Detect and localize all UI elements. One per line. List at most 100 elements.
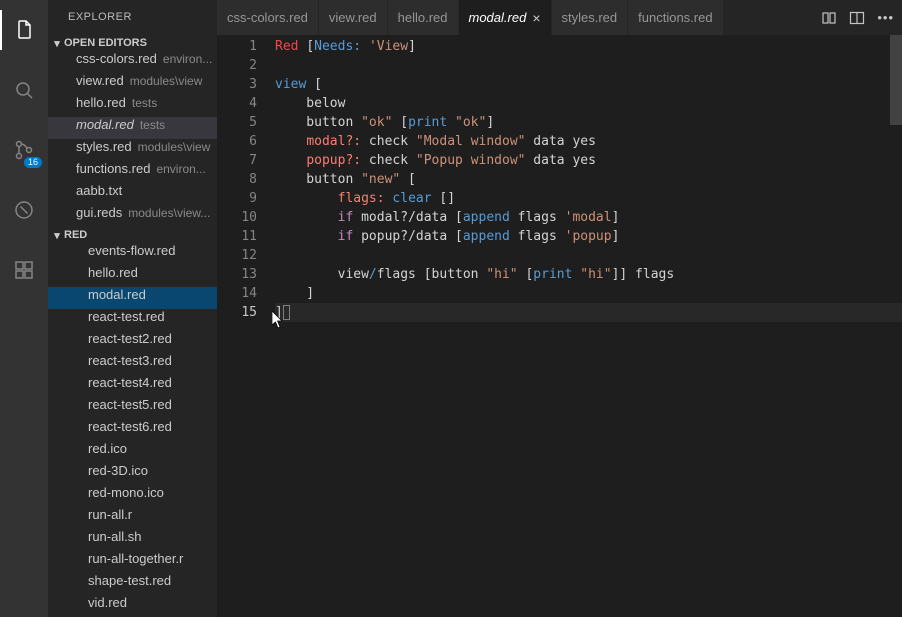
file-name: react-test2.red — [88, 331, 172, 346]
more-icon[interactable]: ••• — [877, 10, 894, 25]
open-editor-item[interactable]: styles.redmodules\view — [48, 139, 217, 161]
file-path: modules\view — [138, 140, 211, 154]
close-icon[interactable]: × — [532, 11, 540, 25]
file-name: red-3D.ico — [88, 463, 148, 478]
code-line[interactable]: below — [275, 94, 902, 113]
explorer-file-item[interactable]: run-all.sh — [48, 529, 217, 551]
code-line[interactable]: modal?: check "Modal window" data yes — [275, 132, 902, 151]
sidebar: EXPLORER ▾ OPEN EDITORS css-colors.reden… — [48, 0, 217, 617]
editor-tab[interactable]: hello.red — [388, 0, 459, 35]
code-line[interactable]: view/flags [button "hi" [print "hi"]] fl… — [275, 265, 902, 284]
explorer-file-item[interactable]: run-all-together.r — [48, 551, 217, 573]
files-icon[interactable] — [0, 10, 48, 50]
file-name: react-test4.red — [88, 375, 172, 390]
activity-bar: 16 — [0, 0, 48, 617]
editor-tab[interactable]: modal.red × — [459, 0, 552, 35]
chevron-down-icon: ▾ — [50, 229, 64, 242]
code-line[interactable]: ] — [275, 284, 902, 303]
line-number-gutter: 123456789101112131415 — [217, 35, 275, 617]
chevron-down-icon: ▾ — [50, 37, 64, 50]
file-name: react-test6.red — [88, 419, 172, 434]
debug-icon[interactable] — [0, 190, 48, 230]
file-path: tests — [132, 96, 157, 110]
code-line[interactable] — [275, 246, 902, 265]
code-line[interactable]: if modal?/data [append flags 'modal] — [275, 208, 902, 227]
open-editor-item[interactable]: hello.redtests — [48, 95, 217, 117]
code-line[interactable] — [275, 56, 902, 75]
compare-icon[interactable] — [821, 10, 837, 26]
open-editor-item[interactable]: aabb.txt — [48, 183, 217, 205]
line-number: 15 — [217, 303, 257, 322]
code-line[interactable]: view [ — [275, 75, 902, 94]
folder-list: events-flow.redhello.redmodal.redreact-t… — [48, 243, 217, 617]
file-name: events-flow.red — [88, 243, 175, 258]
open-editor-item[interactable]: css-colors.redenviron... — [48, 51, 217, 73]
explorer-file-item[interactable]: hello.red — [48, 265, 217, 287]
tab-label: hello.red — [398, 10, 448, 25]
line-number: 3 — [217, 75, 257, 94]
line-number: 8 — [217, 170, 257, 189]
file-name: aabb.txt — [76, 183, 122, 198]
tab-label: modal.red — [469, 10, 527, 25]
explorer-file-item[interactable]: react-test.red — [48, 309, 217, 331]
explorer-file-item[interactable]: red.ico — [48, 441, 217, 463]
line-number: 5 — [217, 113, 257, 132]
explorer-file-item[interactable]: react-test2.red — [48, 331, 217, 353]
file-name: gui.reds — [76, 205, 122, 220]
editor-tab[interactable]: view.red — [319, 0, 388, 35]
editor-tab[interactable]: functions.red — [628, 0, 723, 35]
vertical-scrollbar[interactable] — [890, 35, 902, 617]
file-name: run-all.r — [88, 507, 132, 522]
editor-tab[interactable]: styles.red — [552, 0, 629, 35]
line-number: 12 — [217, 246, 257, 265]
explorer-file-item[interactable]: shape-test.red — [48, 573, 217, 595]
explorer-file-item[interactable]: react-test4.red — [48, 375, 217, 397]
explorer-file-item[interactable]: events-flow.red — [48, 243, 217, 265]
file-name: react-test5.red — [88, 397, 172, 412]
text-cursor — [283, 305, 290, 320]
code-line[interactable]: button "ok" [print "ok"] — [275, 113, 902, 132]
explorer-file-item[interactable]: vid.red — [48, 595, 217, 617]
open-editor-item[interactable]: modal.redtests — [48, 117, 217, 139]
line-number: 14 — [217, 284, 257, 303]
explorer-file-item[interactable]: run-all.r — [48, 507, 217, 529]
code-line[interactable]: popup?: check "Popup window" data yes — [275, 151, 902, 170]
explorer-file-item[interactable]: react-test3.red — [48, 353, 217, 375]
line-number: 1 — [217, 37, 257, 56]
open-editors-list: css-colors.redenviron...view.redmodules\… — [48, 51, 217, 227]
code-line[interactable]: if popup?/data [append flags 'popup] — [275, 227, 902, 246]
line-number: 2 — [217, 56, 257, 75]
explorer-file-item[interactable]: react-test5.red — [48, 397, 217, 419]
editor-tab[interactable]: css-colors.red — [217, 0, 319, 35]
split-editor-icon[interactable] — [849, 10, 865, 26]
file-name: red.ico — [88, 441, 127, 456]
file-name: react-test3.red — [88, 353, 172, 368]
open-editor-item[interactable]: functions.redenviron... — [48, 161, 217, 183]
line-number: 13 — [217, 265, 257, 284]
sidebar-title: EXPLORER — [48, 0, 217, 35]
file-name: view.red — [76, 73, 124, 88]
open-editor-item[interactable]: view.redmodules\view — [48, 73, 217, 95]
code-line[interactable]: ] — [275, 303, 902, 322]
file-name: red-mono.ico — [88, 485, 164, 500]
file-name: css-colors.red — [76, 51, 157, 66]
extensions-icon[interactable] — [0, 250, 48, 290]
tab-bar: css-colors.redview.red hello.red modal.red… — [217, 0, 902, 35]
folder-header[interactable]: ▾ RED — [48, 227, 217, 243]
explorer-file-item[interactable]: red-3D.ico — [48, 463, 217, 485]
code-line[interactable]: button "new" [ — [275, 170, 902, 189]
open-editor-item[interactable]: gui.redsmodules\view... — [48, 205, 217, 227]
line-number: 11 — [217, 227, 257, 246]
tab-actions: ••• — [821, 0, 902, 35]
scrollbar-thumb[interactable] — [890, 35, 902, 125]
code-content[interactable]: Red [Needs: 'View] view [ below button "… — [275, 35, 902, 617]
open-editors-header[interactable]: ▾ OPEN EDITORS — [48, 35, 217, 51]
code-editor[interactable]: 123456789101112131415 Red [Needs: 'View]… — [217, 35, 902, 617]
code-line[interactable]: Red [Needs: 'View] — [275, 37, 902, 56]
explorer-file-item[interactable]: red-mono.ico — [48, 485, 217, 507]
scm-icon[interactable]: 16 — [0, 130, 48, 170]
explorer-file-item[interactable]: react-test6.red — [48, 419, 217, 441]
explorer-file-item[interactable]: modal.red — [48, 287, 217, 309]
code-line[interactable]: flags: clear [] — [275, 189, 902, 208]
search-icon[interactable] — [0, 70, 48, 110]
